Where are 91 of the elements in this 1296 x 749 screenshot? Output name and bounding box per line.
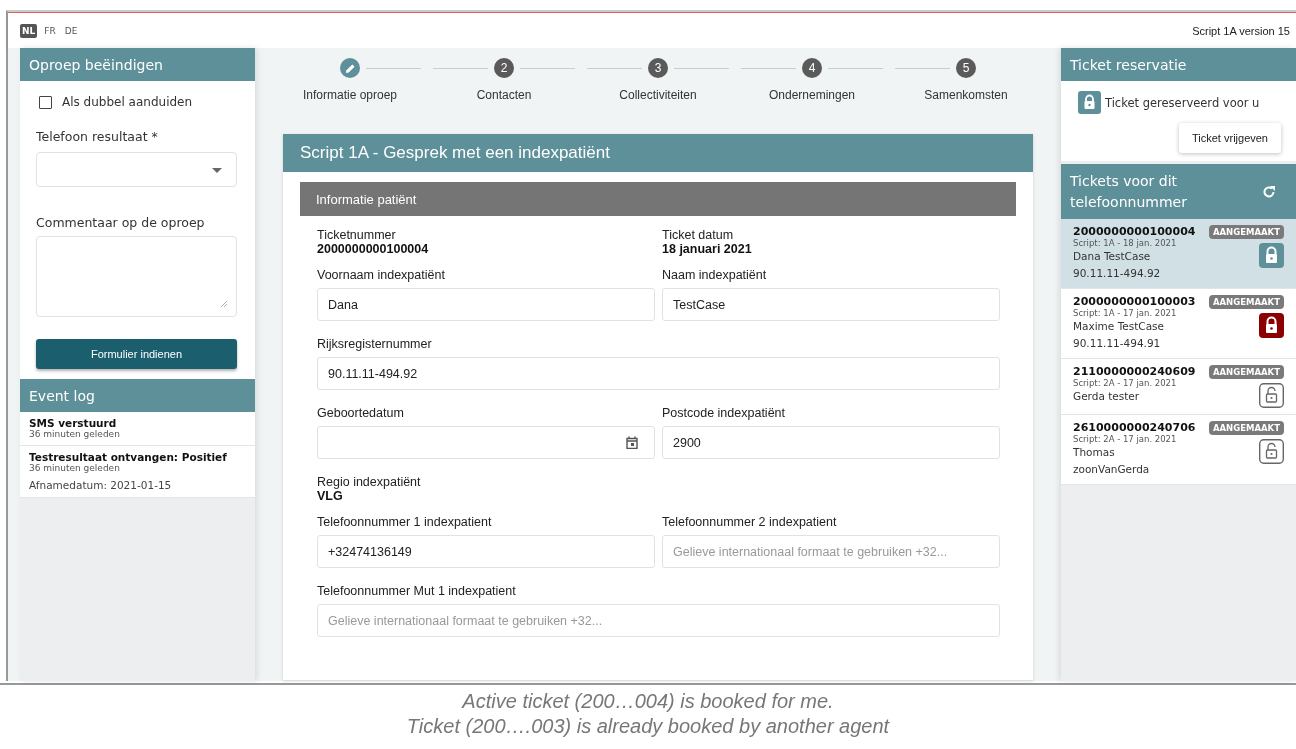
field-label: Geboortedatum <box>317 406 405 420</box>
unlocked-icon <box>1259 439 1284 464</box>
panel-header: Tickets voor dit telefoonnummer <box>1070 171 1188 212</box>
ticket-id: 90.11.11-494.92 <box>1073 266 1162 281</box>
release-ticket-button[interactable]: Ticket vrijgeven <box>1179 123 1281 153</box>
input-field[interactable]: +32474136149 <box>317 535 655 568</box>
panel-header: Event log <box>20 379 255 412</box>
checkbox-label: Als dubbel aanduiden <box>62 95 193 109</box>
field-value: 18 januari 2021 <box>662 242 753 256</box>
step-label: Samenkomsten <box>924 88 1008 102</box>
step-label: Ondernemingen <box>768 88 856 102</box>
lock-icon <box>1078 91 1101 114</box>
input-field[interactable]: Dana <box>317 288 655 321</box>
pencil-icon <box>344 62 356 74</box>
ticket-number: 2110000000240609 <box>1073 365 1196 378</box>
step-indicator[interactable]: 2 <box>494 58 514 78</box>
event-title: SMS verstuurd <box>29 417 118 429</box>
field-label: Voornaam indexpatiënt <box>317 268 446 282</box>
ticket-id: 90.11.11-494.91 <box>1073 336 1162 351</box>
field-label: Ticketnummer <box>317 228 397 242</box>
caption-text: Active ticket (200…004) is booked for me. <box>462 689 834 714</box>
field-value: VLG <box>317 489 344 503</box>
event-detail: Afnamedatum: 2021-01-15 <box>29 479 173 491</box>
field-label: Telefoonnummer 1 indexpatient <box>317 515 493 529</box>
step-indicator[interactable] <box>340 58 360 78</box>
input-field[interactable]: 90.11.11-494.92 <box>317 357 1000 390</box>
status-badge: AANGEMAAKT <box>1208 365 1284 379</box>
step-indicator[interactable]: 4 <box>802 58 822 78</box>
step-number: 2 <box>500 61 508 75</box>
lock-icon <box>1259 313 1284 338</box>
status-badge: AANGEMAAKT <box>1208 225 1284 239</box>
field-label: Commentaar op de oproep <box>36 215 206 230</box>
step-number: 4 <box>808 61 816 75</box>
field-label: Ticket datum <box>662 228 735 242</box>
reservation-status: Ticket gereserveerd voor u <box>1105 95 1260 110</box>
status-badge: AANGEMAAKT <box>1208 421 1284 435</box>
event-time: 36 minuten geleden <box>29 463 121 473</box>
field-label: Telefoon resultaat * <box>36 129 159 144</box>
step-label: Collectiviteiten <box>619 88 697 102</box>
step-indicator[interactable]: 3 <box>648 58 668 78</box>
ticket-meta: Script: 2A - 17 jan. 2021 <box>1073 434 1178 444</box>
ticket-number: 2610000000240706 <box>1073 421 1196 434</box>
input-field[interactable]: 2900 <box>662 426 1000 459</box>
ticket-item[interactable]: 2110000000240609 Script: 2A - 17 jan. 2021 Gerda tester AANGEMAAKT <box>1061 359 1296 415</box>
step-indicator[interactable]: 5 <box>956 58 976 78</box>
step-number: 5 <box>962 61 970 75</box>
ticket-meta: Script: 2A - 17 jan. 2021 <box>1073 378 1178 388</box>
caret-icon <box>212 168 222 173</box>
checkbox[interactable] <box>39 95 52 109</box>
version-label: Script 1A version 15 <box>1192 24 1290 37</box>
field-label: Telefoonnummer Mut 1 indexpatient <box>317 584 517 598</box>
panel-header: Oproep beëindigen <box>20 48 255 81</box>
date-field[interactable] <box>317 426 655 459</box>
field-label: Telefoonnummer 2 indexpatient <box>662 515 838 529</box>
field-label: Postcode indexpatiënt <box>662 406 786 420</box>
step-number: 3 <box>654 61 662 75</box>
language-tab[interactable]: DE <box>62 23 80 38</box>
comment-field[interactable] <box>36 236 237 317</box>
resize-grip-icon <box>220 300 228 308</box>
field-value: 2000000000100004 <box>317 242 430 256</box>
ticket-meta: Script: 1A - 18 jan. 2021 <box>1073 238 1178 248</box>
section-header: Informatie patiënt <box>300 182 1016 216</box>
caption-text: Ticket (200….003) is already booked by another agent <box>406 714 890 739</box>
form-title: Script 1A - Gesprek met een indexpatiënt <box>283 134 1033 172</box>
panel-header: Ticket reservatie <box>1061 48 1296 81</box>
ticket-item[interactable]: 2610000000240706 Script: 2A - 17 jan. 2021 Thomas zoonVanGerda AANGEMAAKT <box>1061 415 1296 485</box>
event-title: Testresultaat ontvangen: Positief <box>29 451 228 463</box>
language-tab[interactable]: NL <box>20 23 38 38</box>
ticket-name: Maxime TestCase <box>1073 319 1166 334</box>
field-label: Regio indexpatiënt <box>317 475 422 489</box>
submit-button[interactable]: Formulier indienen <box>36 339 237 369</box>
step-label: Informatie oproep <box>302 88 398 102</box>
step-label: Contacten <box>476 88 532 102</box>
field-label: Naam indexpatiënt <box>662 268 768 282</box>
status-badge: AANGEMAAKT <box>1208 295 1284 309</box>
input-field[interactable]: TestCase <box>662 288 1000 321</box>
lock-icon <box>1259 243 1284 268</box>
ticket-name: Thomas zoonVanGerda <box>1073 445 1151 477</box>
unlocked-icon <box>1259 383 1284 408</box>
event-time: 36 minuten geleden <box>29 429 121 439</box>
ticket-meta: Script: 1A - 17 jan. 2021 <box>1073 308 1178 318</box>
ticket-name: Gerda tester <box>1073 389 1141 404</box>
calendar-icon <box>626 436 638 449</box>
ticket-item[interactable]: 2000000000100003 Script: 1A - 17 jan. 2021 Maxime TestCase 90.11.11-494.91 AANGEMAAKT <box>1061 289 1296 359</box>
ticket-item[interactable]: 2000000000100004 Script: 1A - 18 jan. 2021 Dana TestCase 90.11.11-494.92 AANGEMAAKT <box>1061 219 1296 289</box>
refresh-icon[interactable] <box>1262 184 1276 199</box>
field-label: Rijksregisternummer <box>317 337 433 351</box>
ticket-name: Dana TestCase <box>1073 249 1152 264</box>
ticket-number: 2000000000100003 <box>1073 295 1196 308</box>
ticket-number: 2000000000100004 <box>1073 225 1196 238</box>
language-tab[interactable]: FR <box>42 23 58 38</box>
